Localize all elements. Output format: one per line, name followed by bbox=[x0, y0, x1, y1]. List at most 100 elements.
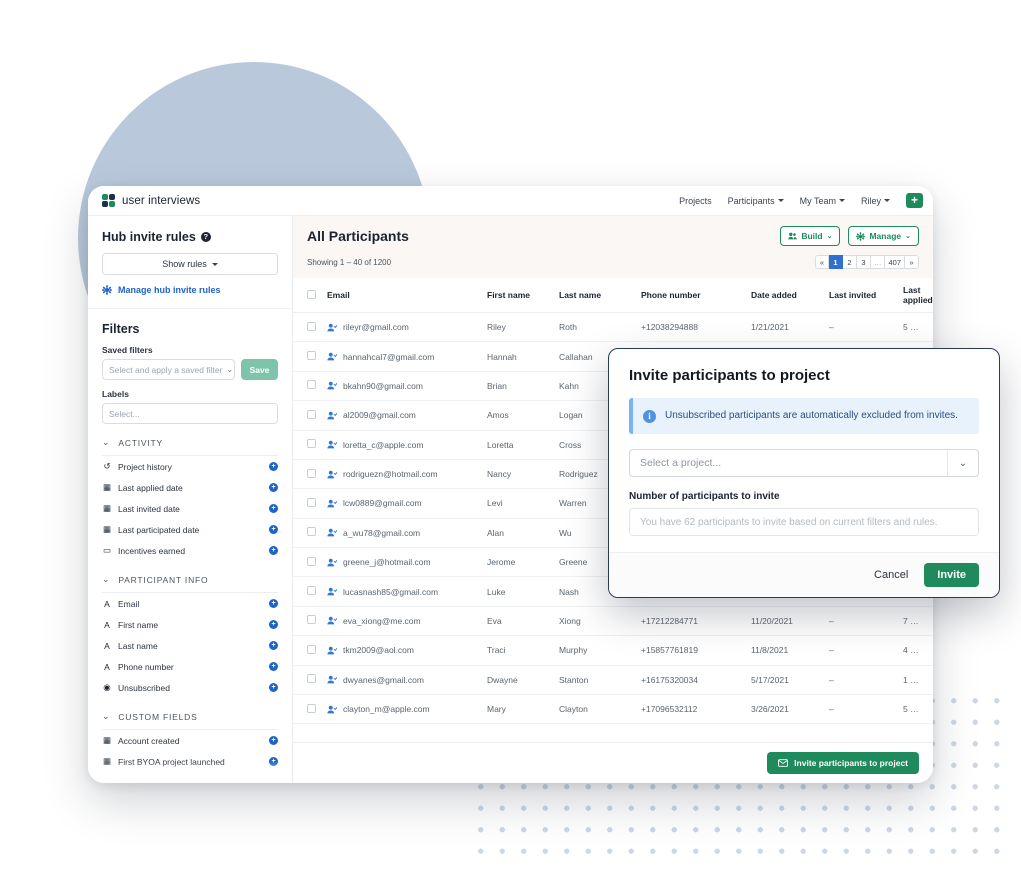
add-filter-icon[interactable]: + bbox=[269, 757, 278, 766]
row-select-cell bbox=[293, 606, 327, 637]
table-row[interactable]: tkm2009@aol.com Traci Murphy +15857761819 11… bbox=[293, 635, 933, 666]
nav-item-my-team[interactable]: My Team bbox=[800, 196, 845, 206]
filter-item-first-byoa-project-launched[interactable]: ▦ First BYOA project launched + bbox=[102, 751, 278, 772]
row-checkbox[interactable] bbox=[307, 351, 316, 361]
column-header-last-applied[interactable]: Last applied bbox=[903, 278, 933, 313]
row-checkbox[interactable] bbox=[307, 644, 316, 654]
filter-item-last-invited-date[interactable]: ▦ Last invited date + bbox=[102, 498, 278, 519]
filter-item-project-history[interactable]: ↺ Project history + bbox=[102, 456, 278, 477]
top-navbar-links: Projects Participants My Team Riley + bbox=[679, 193, 923, 208]
filter-group-activity[interactable]: ⌄ ACTIVITY bbox=[102, 437, 278, 448]
filter-item-phone-number[interactable]: A Phone number + bbox=[102, 656, 278, 677]
invite-participants-button-label: Invite participants to project bbox=[794, 758, 908, 768]
add-filter-icon[interactable]: + bbox=[269, 483, 278, 492]
cancel-button[interactable]: Cancel bbox=[874, 569, 908, 581]
column-header-last-name[interactable]: Last name bbox=[559, 278, 641, 313]
filter-item-email[interactable]: A Email + bbox=[102, 593, 278, 614]
nav-item-user-menu[interactable]: Riley bbox=[861, 196, 890, 206]
filter-item-first-name[interactable]: A First name + bbox=[102, 614, 278, 635]
column-header-phone-number[interactable]: Phone number bbox=[641, 278, 751, 313]
filter-item-account-created[interactable]: ▦ Account created + bbox=[102, 730, 278, 751]
project-select[interactable]: Select a project... ⌄ bbox=[629, 449, 979, 478]
filter-group-custom-fields[interactable]: ⌄ CUSTOM FIELDS bbox=[102, 711, 278, 722]
row-checkbox[interactable] bbox=[307, 497, 316, 507]
save-filter-button[interactable]: Save bbox=[241, 359, 278, 380]
add-filter-icon[interactable]: + bbox=[269, 736, 278, 745]
add-new-button[interactable]: + bbox=[906, 193, 923, 208]
show-rules-button[interactable]: Show rules bbox=[102, 253, 278, 275]
row-checkbox[interactable] bbox=[307, 703, 316, 713]
add-filter-icon[interactable]: + bbox=[269, 641, 278, 650]
column-header-email[interactable]: Email bbox=[327, 278, 487, 313]
cell-email-text: greene_j@hotmail.com bbox=[343, 557, 431, 568]
row-checkbox[interactable] bbox=[307, 468, 316, 478]
add-filter-icon[interactable]: + bbox=[269, 462, 278, 471]
add-filter-icon[interactable]: + bbox=[269, 683, 278, 692]
pagination-page-1[interactable]: 1 bbox=[828, 255, 843, 269]
pagination-page-2[interactable]: 2 bbox=[842, 255, 857, 269]
add-filter-icon[interactable]: + bbox=[269, 504, 278, 513]
row-checkbox[interactable] bbox=[307, 321, 316, 331]
labels-select[interactable]: Select... bbox=[102, 403, 278, 424]
saved-filter-select[interactable]: Select and apply a saved filter ⌄ bbox=[102, 359, 235, 380]
filter-group-participant-info[interactable]: ⌄ PARTICIPANT INFO bbox=[102, 574, 278, 585]
row-checkbox[interactable] bbox=[307, 409, 316, 419]
table-row[interactable]: rileyr@gmail.com Riley Roth +12038294888 1/2… bbox=[293, 312, 933, 343]
add-filter-icon[interactable]: + bbox=[269, 599, 278, 608]
filter-item-unsubscribed[interactable]: ◉ Unsubscribed + bbox=[102, 677, 278, 698]
filter-item-label: First BYOA project launched bbox=[118, 756, 225, 767]
nav-item-projects[interactable]: Projects bbox=[679, 196, 712, 206]
table-row[interactable]: dwyanes@gmail.com Dwayne Stanton +161753200… bbox=[293, 665, 933, 695]
add-filter-icon[interactable]: + bbox=[269, 662, 278, 671]
column-header-date-added[interactable]: Date added bbox=[751, 278, 829, 313]
add-filter-icon[interactable]: + bbox=[269, 525, 278, 534]
filter-item-last-participated-date[interactable]: ▦ Last participated date + bbox=[102, 519, 278, 540]
add-filter-icon[interactable]: + bbox=[269, 546, 278, 555]
filter-item-label: Project history bbox=[118, 461, 172, 472]
calendar-icon: ▦ bbox=[102, 482, 112, 492]
table-row[interactable]: clayton_m@apple.com Mary Clayton +170965321… bbox=[293, 694, 933, 725]
nav-item-participants[interactable]: Participants bbox=[728, 196, 784, 206]
row-checkbox[interactable] bbox=[307, 380, 316, 390]
cell-first-name: Nancy bbox=[487, 459, 559, 490]
participant-count-input[interactable]: You have 62 participants to invite based… bbox=[629, 508, 979, 537]
manage-button[interactable]: Manage ⌄ bbox=[848, 226, 919, 246]
row-checkbox[interactable] bbox=[307, 439, 316, 449]
participant-icon bbox=[327, 646, 337, 655]
project-select-value: Select a project... bbox=[640, 457, 722, 470]
add-filter-icon[interactable]: + bbox=[269, 620, 278, 629]
cell-first-name: Jerome bbox=[487, 547, 559, 578]
cell-phone-number: +12038294888 bbox=[641, 312, 751, 343]
row-checkbox[interactable] bbox=[307, 615, 316, 625]
column-header-last-invited[interactable]: Last invited bbox=[829, 278, 903, 313]
invite-participants-to-project-button[interactable]: Invite participants to project bbox=[767, 752, 919, 774]
row-checkbox[interactable] bbox=[307, 586, 316, 596]
participant-icon bbox=[327, 529, 337, 537]
pagination-page-3[interactable]: 3 bbox=[856, 255, 871, 269]
table-row[interactable]: eva_xiong@me.com Eva Xiong +17212284771 11/2… bbox=[293, 606, 933, 637]
invite-button[interactable]: Invite bbox=[924, 563, 979, 588]
cell-email: bkahn90@gmail.com bbox=[327, 371, 487, 402]
pagination-page-last[interactable]: 407 bbox=[885, 255, 905, 269]
filter-group-custom-fields-label: CUSTOM FIELDS bbox=[118, 711, 198, 722]
row-checkbox[interactable] bbox=[307, 527, 316, 537]
column-header-first-name[interactable]: First name bbox=[487, 278, 559, 313]
manage-hub-invite-rules-link[interactable]: Manage hub invite rules bbox=[102, 285, 278, 295]
participant-icon bbox=[327, 617, 337, 625]
help-icon[interactable]: ? bbox=[200, 232, 211, 242]
pagination-prev[interactable]: « bbox=[814, 255, 829, 269]
build-button[interactable]: Build ⌄ bbox=[780, 226, 841, 246]
pagination-next[interactable]: » bbox=[905, 255, 919, 269]
select-all-checkbox[interactable] bbox=[307, 289, 316, 299]
labels-label: Labels bbox=[102, 389, 129, 399]
cell-email: loretta_c@apple.com bbox=[327, 430, 487, 460]
table-header: Email First name Last name Phone number … bbox=[293, 278, 933, 313]
cell-last-invited: – bbox=[829, 312, 903, 343]
row-select-cell bbox=[293, 371, 327, 402]
brand-logo[interactable]: user interviews bbox=[102, 194, 200, 207]
filter-item-incentives-earned[interactable]: ▭ Incentives earned + bbox=[102, 540, 278, 561]
filter-item-last-applied-date[interactable]: ▦ Last applied date + bbox=[102, 477, 278, 498]
row-checkbox[interactable] bbox=[307, 674, 316, 684]
filter-item-last-name[interactable]: A Last name + bbox=[102, 635, 278, 656]
row-checkbox[interactable] bbox=[307, 556, 316, 566]
